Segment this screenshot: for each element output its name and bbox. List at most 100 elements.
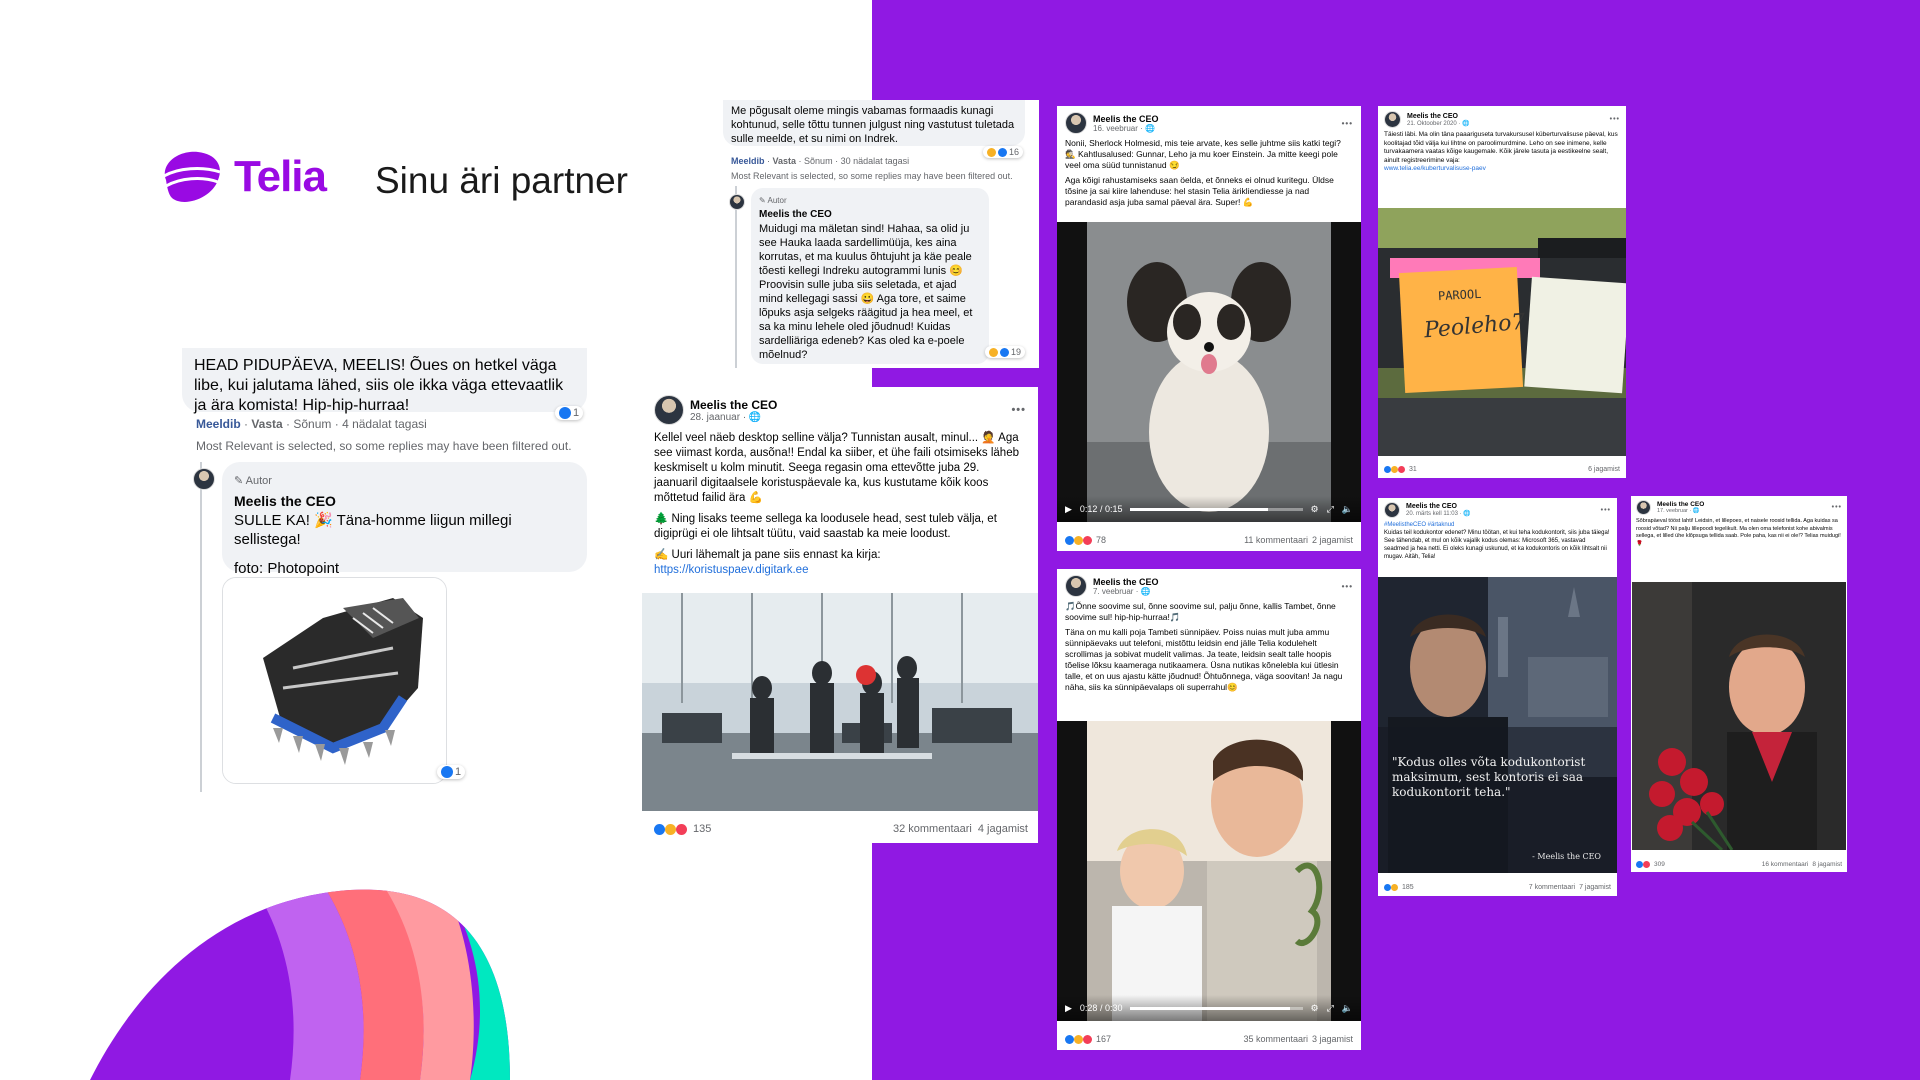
post-author[interactable]: Meelis the CEO xyxy=(1657,501,1704,508)
share-count[interactable]: 8 jagamist xyxy=(1812,861,1842,868)
birthday-video[interactable]: ▶ 0:28 / 0:30 ⚙ ⤢ 🔈 xyxy=(1057,721,1361,1021)
more-options-icon[interactable]: ••• xyxy=(1342,119,1353,128)
post-paragraph: Kellel veel näeb desktop selline välja? … xyxy=(654,432,1019,504)
reaction-count[interactable]: 78 xyxy=(1096,535,1106,545)
like-reaction-icon xyxy=(1384,466,1391,473)
haha-reaction-icon xyxy=(987,147,996,157)
post-date[interactable]: 17. veebruar · 🌐 xyxy=(1657,508,1704,514)
message-action[interactable]: Sõnum xyxy=(804,156,833,166)
reaction-count[interactable]: 167 xyxy=(1096,1034,1111,1044)
avatar[interactable] xyxy=(1384,111,1401,128)
comment-count[interactable]: 16 kommentaari xyxy=(1762,861,1809,868)
avatar[interactable] xyxy=(1065,575,1087,597)
post-password: Meelis the CEO 21. Oktoober 2020 · 🌐 •••… xyxy=(1378,106,1626,478)
fullscreen-icon[interactable]: ⤢ xyxy=(1327,1003,1334,1014)
reply-action[interactable]: Vasta xyxy=(251,417,282,431)
reaction-count: 16 xyxy=(1009,147,1020,157)
play-icon[interactable]: ▶ xyxy=(1065,1003,1072,1014)
like-action[interactable]: Meeldib xyxy=(196,417,241,431)
avatar[interactable] xyxy=(1384,502,1400,518)
post-text: Nonii, Sherlock Holmesid, mis teie arvat… xyxy=(1057,134,1361,212)
comment-time: 30 nädalat tagasi xyxy=(840,156,910,166)
decorative-pebble xyxy=(90,889,510,1080)
share-count[interactable]: 4 jagamist xyxy=(978,823,1028,835)
fullscreen-icon[interactable]: ⤢ xyxy=(1327,504,1334,515)
more-options-icon[interactable]: ••• xyxy=(1601,507,1611,514)
post-hashtags[interactable]: #MeelistheCEO #ärtaknud xyxy=(1384,521,1611,529)
play-icon[interactable]: ▶ xyxy=(1065,504,1072,515)
top-comment-reactions[interactable]: 16 xyxy=(983,146,1024,158)
post-link[interactable]: https://koristuspaev.digitark.ee xyxy=(654,563,1026,578)
roses-photo[interactable] xyxy=(1632,582,1846,850)
post-date[interactable]: 16. veebruar · 🌐 xyxy=(1093,124,1159,133)
settings-icon[interactable]: ⚙ xyxy=(1311,504,1319,515)
password-photo[interactable]: PAROOL Peoleho7 xyxy=(1378,208,1626,456)
share-count[interactable]: 3 jagamist xyxy=(1312,1034,1353,1044)
comment-time: 4 nädalat tagasi xyxy=(342,417,427,431)
love-reaction-icon xyxy=(676,823,687,835)
video-progress[interactable] xyxy=(1130,507,1303,511)
boot-image[interactable] xyxy=(222,577,447,784)
reply-author[interactable]: Meelis the CEO xyxy=(759,208,981,222)
post-author[interactable]: Meelis the CEO xyxy=(1093,577,1159,587)
post-date[interactable]: 21. Oktoober 2020 · 🌐 xyxy=(1407,120,1470,127)
avatar[interactable] xyxy=(1065,112,1087,134)
love-reaction-icon xyxy=(1398,466,1405,473)
haha-reaction-icon xyxy=(1391,466,1398,473)
more-options-icon[interactable]: ••• xyxy=(1011,404,1026,416)
settings-icon[interactable]: ⚙ xyxy=(1311,1003,1319,1014)
reply-action[interactable]: Vasta xyxy=(773,156,797,166)
post-author[interactable]: Meelis the CEO xyxy=(1406,503,1471,510)
post-header: Meelis the CEO 7. veebruar · 🌐 ••• xyxy=(1057,569,1361,597)
comment-count[interactable]: 32 kommentaari xyxy=(893,823,972,835)
avatar[interactable] xyxy=(729,194,745,210)
more-options-icon[interactable]: ••• xyxy=(1342,582,1353,591)
volume-icon[interactable]: 🔈 xyxy=(1342,1003,1353,1014)
more-options-icon[interactable]: ••• xyxy=(1610,116,1620,123)
reaction-count[interactable]: 135 xyxy=(693,823,711,835)
post-link[interactable]: www.telia.ee/kuberturvalisuse-paev xyxy=(1384,165,1620,174)
post-date[interactable]: 20. märts kell 11:03 · 🌐 xyxy=(1406,510,1471,517)
reaction-count[interactable]: 31 xyxy=(1409,466,1417,473)
avatar[interactable] xyxy=(1636,500,1651,515)
volume-icon[interactable]: 🔈 xyxy=(1342,504,1353,515)
post-author[interactable]: Meelis the CEO xyxy=(690,398,777,412)
reply-reactions[interactable]: 19 xyxy=(985,346,1026,358)
post-header: Meelis the CEO 16. veebruar · 🌐 ••• xyxy=(1057,106,1361,134)
more-options-icon[interactable]: ••• xyxy=(1832,504,1842,511)
post-paragraph: ✍️ Uuri lähemalt ja pane siis ennast ka … xyxy=(654,549,881,561)
comment-count[interactable]: 35 kommentaari xyxy=(1243,1034,1308,1044)
comment-count[interactable]: 11 kommentaari xyxy=(1244,535,1308,545)
ceo-with-roses-image xyxy=(1632,582,1846,850)
post-date[interactable]: 28. jaanuar · 🌐 xyxy=(690,412,777,423)
share-count[interactable]: 2 jagamist xyxy=(1312,535,1353,545)
filter-note: Most Relevant is selected, so some repli… xyxy=(196,439,572,453)
reaction-count[interactable]: 185 xyxy=(1402,884,1414,891)
comment-actions: Meeldib · Vasta · Sõnum · 4 nädalat taga… xyxy=(196,417,427,431)
post-text: Sõbrapäeval tööst lahti! Leidsin, et lil… xyxy=(1631,515,1847,551)
video-progress[interactable] xyxy=(1130,1006,1303,1010)
reaction-count[interactable]: 309 xyxy=(1654,861,1665,868)
like-reaction-icon xyxy=(1636,861,1643,868)
message-action[interactable]: Sõnum xyxy=(293,417,331,431)
top-comment-reactions[interactable]: 1 xyxy=(555,406,584,420)
like-reaction-icon xyxy=(441,766,453,778)
avatar[interactable] xyxy=(654,395,684,425)
share-count[interactable]: 7 jagamist xyxy=(1579,884,1611,891)
quote-author: - Meelis the CEO xyxy=(1532,852,1601,861)
post-author[interactable]: Meelis the CEO xyxy=(1093,114,1159,124)
post-date[interactable]: 7. veebruar · 🌐 xyxy=(1093,587,1159,596)
reply-author[interactable]: Meelis the CEO xyxy=(234,491,575,511)
post-author[interactable]: Meelis the CEO xyxy=(1407,113,1470,120)
comment-count[interactable]: 7 kommentaari xyxy=(1529,884,1575,891)
dog-video[interactable]: ▶ 0:12 / 0:15 ⚙ ⤢ 🔈 xyxy=(1057,222,1361,522)
image-reactions[interactable]: 1 xyxy=(437,765,466,779)
office-photo[interactable] xyxy=(642,593,1038,811)
avatar[interactable] xyxy=(193,468,215,490)
post-paragraph: Nonii, Sherlock Holmesid, mis teie arvat… xyxy=(1065,138,1341,170)
post-footer: 167 35 kommentaari 3 jagamist xyxy=(1065,1034,1353,1044)
share-count[interactable]: 6 jagamist xyxy=(1588,466,1620,473)
like-action[interactable]: Meeldib xyxy=(731,156,765,166)
portrait-photo[interactable]: "Kodus olles võta kodukontorist maksimum… xyxy=(1378,577,1617,873)
father-son-selfie-image xyxy=(1087,721,1331,1021)
